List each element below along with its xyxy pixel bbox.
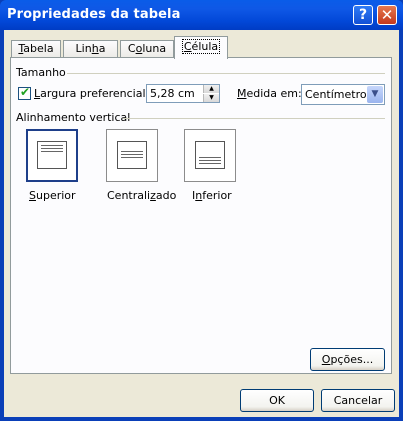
align-bottom-option[interactable] <box>184 129 236 182</box>
size-group-divider <box>67 73 385 74</box>
measure-label: Medida em: <box>237 87 302 100</box>
measure-value: Centímetros <box>305 88 373 101</box>
align-bottom-label: Inferior <box>192 189 232 202</box>
tab-linha-label: Linha <box>75 42 106 55</box>
tab-coluna-label: Coluna <box>127 42 167 55</box>
tab-panel-celula: Tamanho ✔ Largura preferencial: 5,28 cm … <box>10 57 392 374</box>
chevron-down-icon[interactable]: ▼ <box>367 86 383 103</box>
align-center-label: Centralizado <box>107 189 177 202</box>
help-icon[interactable]: ? <box>353 5 373 25</box>
align-center-icon <box>117 141 147 169</box>
spin-up-icon[interactable]: ▲ <box>203 85 219 93</box>
align-center-option[interactable] <box>106 129 158 182</box>
preferred-width-checkbox[interactable]: ✔ <box>18 85 31 100</box>
tab-celula[interactable]: Célula <box>174 36 228 59</box>
title-bar[interactable]: Propriedades da tabela ? ✕ <box>0 0 403 30</box>
close-icon[interactable]: ✕ <box>377 5 397 25</box>
tab-linha[interactable]: Linha <box>63 40 118 58</box>
tab-celula-label: Célula <box>181 39 221 54</box>
options-button-label: Opções... <box>321 353 374 366</box>
align-top-option[interactable] <box>26 129 78 182</box>
preferred-width-spinner: ▲ ▼ <box>203 85 219 102</box>
tab-coluna[interactable]: Coluna <box>120 40 174 58</box>
cancel-button[interactable]: Cancelar <box>321 389 395 412</box>
valign-group-title: Alinhamento vertical <box>16 111 135 124</box>
preferred-width-value: 5,28 cm <box>150 87 195 100</box>
spin-down-icon[interactable]: ▼ <box>203 94 219 102</box>
options-button[interactable]: Opções... <box>310 348 385 371</box>
check-mark-icon: ✔ <box>20 85 31 99</box>
measure-select[interactable]: Centímetros ▼ <box>301 84 385 105</box>
dialog-body: Tabela Linha Coluna Célula Tamanho ✔ Lar… <box>4 30 399 417</box>
tab-tabela-label: Tabela <box>18 42 54 55</box>
tab-tabela[interactable]: Tabela <box>11 40 61 58</box>
align-bottom-icon <box>195 141 225 169</box>
preferred-width-input[interactable]: 5,28 cm ▲ ▼ <box>146 84 220 103</box>
window-title: Propriedades da tabela <box>7 7 181 22</box>
align-top-label: Superior <box>29 189 76 202</box>
ok-button[interactable]: OK <box>240 389 314 412</box>
valign-group-divider <box>123 118 385 119</box>
dialog-window: Propriedades da tabela ? ✕ Tabela Linha … <box>0 0 403 421</box>
align-top-icon <box>37 141 67 169</box>
size-group-title: Tamanho <box>16 66 70 79</box>
preferred-width-label: Largura preferencial: <box>34 87 150 100</box>
